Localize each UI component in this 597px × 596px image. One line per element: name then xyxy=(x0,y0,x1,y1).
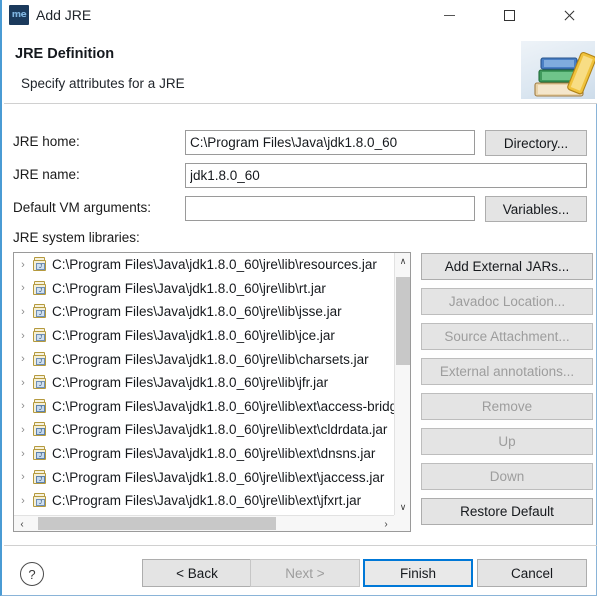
scroll-right-icon[interactable]: › xyxy=(378,516,394,531)
chevron-right-icon[interactable]: › xyxy=(14,424,32,436)
finish-button[interactable]: Finish xyxy=(363,559,473,587)
vm-args-input[interactable] xyxy=(185,196,475,221)
table-row[interactable]: › J C:\Program Files\Java\jdk1.8.0_60\jre\… xyxy=(14,324,396,348)
jar-icon: J xyxy=(32,328,47,343)
tree-item-label: C:\Program Files\Java\jdk1.8.0_60\jre\li… xyxy=(52,493,362,509)
chevron-right-icon[interactable]: › xyxy=(14,377,32,389)
horizontal-scrollbar-thumb[interactable] xyxy=(38,517,276,530)
tree-vertical-scrollbar[interactable]: ∧ ∨ xyxy=(394,253,410,515)
jar-ext-icon: J xyxy=(32,398,47,414)
jar-ext-icon: J xyxy=(32,446,47,461)
down-button: Down xyxy=(421,463,593,490)
jar-icon: J xyxy=(32,257,47,272)
add-external-jars-button[interactable]: Add External JARs... xyxy=(421,253,593,280)
tree-item-label: C:\Program Files\Java\jdk1.8.0_60\jre\li… xyxy=(52,398,396,414)
tree-item-label: C:\Program Files\Java\jdk1.8.0_60\jre\li… xyxy=(52,280,326,296)
tree-item-label: C:\Program Files\Java\jdk1.8.0_60\jre\li… xyxy=(52,375,329,391)
banner-subtitle: Specify attributes for a JRE xyxy=(21,76,185,91)
wizard-banner: JRE Definition Specify attributes for a … xyxy=(4,35,597,104)
table-row[interactable]: › J C:\Program Files\Java\jdk1.8.0_60\jre\… xyxy=(14,395,396,419)
tree-item-label: C:\Program Files\Java\jdk1.8.0_60\jre\li… xyxy=(52,351,369,367)
next-button: Next > xyxy=(250,559,360,587)
chevron-right-icon[interactable]: › xyxy=(14,400,32,412)
jar-icon: J xyxy=(32,375,47,390)
table-row[interactable]: › J C:\Program Files\Java\jdk1.8.0_60\jre\… xyxy=(14,300,396,324)
table-row[interactable]: › J C:\Program Files\Java\jdk1.8.0_60\jre\… xyxy=(14,253,396,277)
maximize-button[interactable] xyxy=(486,0,532,31)
variables-button[interactable]: Variables... xyxy=(485,196,587,222)
table-row[interactable]: › J C:\Program Files\Java\jdk1.8.0_60\jre\… xyxy=(14,277,396,301)
chevron-right-icon[interactable]: › xyxy=(14,353,32,365)
table-row[interactable]: › J C:\Program Files\Java\jdk1.8.0_60\jre\… xyxy=(14,347,396,371)
back-button[interactable]: < Back xyxy=(142,559,252,587)
tree-item-label: C:\Program Files\Java\jdk1.8.0_60\jre\li… xyxy=(52,328,335,344)
close-icon xyxy=(563,9,576,22)
scroll-down-icon[interactable]: ∨ xyxy=(395,499,410,515)
window-title: Add JRE xyxy=(36,7,92,23)
vm-args-row: Default VM arguments: Variables... xyxy=(2,196,597,222)
add-jre-dialog: me Add JRE JRE Definition Specify attrib… xyxy=(0,0,597,596)
chevron-right-icon[interactable]: › xyxy=(14,282,32,294)
chevron-right-icon[interactable]: › xyxy=(14,306,32,318)
app-icon-label: me xyxy=(11,9,27,20)
tree-item-label: C:\Program Files\Java\jdk1.8.0_60\jre\li… xyxy=(52,422,388,438)
footer-separator xyxy=(4,545,597,546)
chevron-right-icon[interactable]: › xyxy=(14,330,32,342)
jre-name-label: JRE name: xyxy=(13,167,80,182)
chevron-right-icon[interactable]: › xyxy=(14,259,32,271)
remove-button: Remove xyxy=(421,393,593,420)
jar-icon: J xyxy=(32,304,47,319)
table-row[interactable]: › J C:\Program Files\Java\jdk1.8.0_60\jre\… xyxy=(14,465,396,489)
source-attachment-button: Source Attachment... xyxy=(421,323,593,350)
tree-item-label: C:\Program Files\Java\jdk1.8.0_60\jre\li… xyxy=(52,257,377,273)
vm-args-label: Default VM arguments: xyxy=(13,200,152,215)
jre-home-label: JRE home: xyxy=(13,134,80,149)
chevron-right-icon[interactable]: › xyxy=(14,448,32,460)
jar-icon: J xyxy=(32,280,47,296)
maximize-icon xyxy=(503,10,515,21)
tree-item-label: C:\Program Files\Java\jdk1.8.0_60\jre\li… xyxy=(52,469,385,485)
chevron-right-icon[interactable]: › xyxy=(14,471,32,483)
close-button[interactable] xyxy=(546,0,592,31)
jre-system-libraries-label: JRE system libraries: xyxy=(13,230,140,245)
scrollbar-corner xyxy=(394,515,410,531)
external-annotations-button: External annotations... xyxy=(421,358,593,385)
table-row[interactable]: › J C:\Program Files\Java\jdk1.8.0_60\jre\… xyxy=(14,442,396,466)
directory-button[interactable]: Directory... xyxy=(485,130,587,156)
jre-home-row: JRE home: Directory... xyxy=(2,130,597,156)
jre-name-row: JRE name: xyxy=(2,163,597,189)
help-icon[interactable]: ? xyxy=(20,562,44,586)
vertical-scrollbar-thumb[interactable] xyxy=(396,277,410,365)
scroll-up-icon[interactable]: ∧ xyxy=(395,253,410,269)
tree-item-label: C:\Program Files\Java\jdk1.8.0_60\jre\li… xyxy=(52,446,376,462)
jre-name-input[interactable] xyxy=(185,163,587,188)
tree-horizontal-scrollbar[interactable]: ‹ › xyxy=(14,515,394,531)
jar-ext-icon: J xyxy=(32,469,47,485)
minimize-button[interactable] xyxy=(426,0,472,31)
table-row[interactable]: › J C:\Program Files\Java\jdk1.8.0_60\jre\… xyxy=(14,489,396,513)
table-row[interactable]: › J C:\Program Files\Java\jdk1.8.0_60\jre\… xyxy=(14,371,396,395)
scroll-left-icon[interactable]: ‹ xyxy=(14,516,30,531)
tree-row-list: › J C:\Program Files\Java\jdk1.8.0_60\jre\… xyxy=(14,253,396,513)
books-stack-icon xyxy=(521,41,597,99)
cancel-button[interactable]: Cancel xyxy=(477,559,587,587)
chevron-right-icon[interactable]: › xyxy=(14,495,32,507)
jre-system-libraries-tree[interactable]: › J C:\Program Files\Java\jdk1.8.0_60\jre\… xyxy=(13,252,411,532)
jre-home-input[interactable] xyxy=(185,130,475,155)
minimize-icon xyxy=(443,15,455,16)
restore-default-button[interactable]: Restore Default xyxy=(421,498,593,525)
jar-ext-icon: J xyxy=(32,422,47,437)
jar-icon: J xyxy=(32,493,47,508)
app-icon: me xyxy=(9,5,29,25)
javadoc-location-button: Javadoc Location... xyxy=(421,288,593,315)
up-button: Up xyxy=(421,428,593,455)
title-bar: me Add JRE xyxy=(2,0,597,35)
tree-item-label: C:\Program Files\Java\jdk1.8.0_60\jre\li… xyxy=(52,304,342,320)
jar-icon: J xyxy=(32,351,47,367)
banner-title: JRE Definition xyxy=(15,46,115,62)
table-row[interactable]: › J C:\Program Files\Java\jdk1.8.0_60\jre\… xyxy=(14,418,396,442)
